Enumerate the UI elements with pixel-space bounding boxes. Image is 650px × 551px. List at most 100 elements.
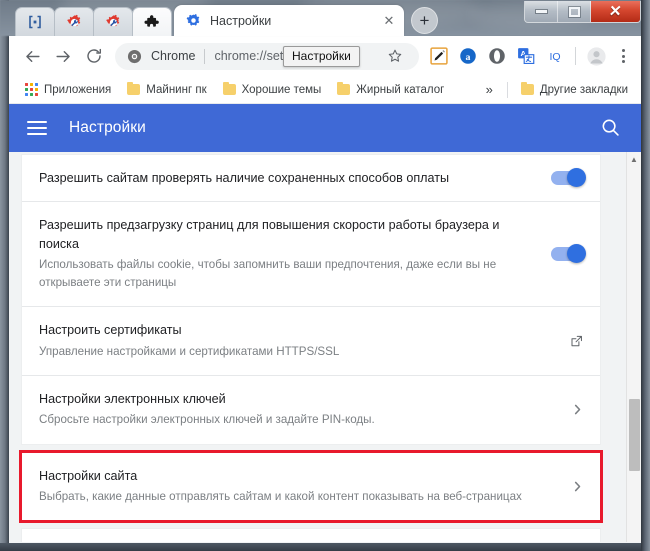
bookmark-label: Приложения xyxy=(44,83,112,96)
gear-wrench-pinned-tab-2[interactable] xyxy=(93,7,133,36)
scroll-up-button[interactable]: ▲ xyxy=(627,152,641,167)
browser-window: ✕ Настройки ✕ + Chrome a A IQ Приложения… xyxy=(0,0,650,551)
omnibox-chip-label: Chrome xyxy=(151,49,196,63)
page-scrollbar[interactable]: ▲ xyxy=(626,152,641,542)
bookmarks-divider xyxy=(506,81,508,98)
bookmark-star-icon[interactable] xyxy=(383,44,407,68)
extension-icons: a A IQ xyxy=(426,43,634,69)
bookmarks-overflow-button[interactable]: » xyxy=(478,80,501,99)
gear-wrench-icon xyxy=(66,14,80,26)
opera-circle-icon xyxy=(489,48,505,64)
iq-extension[interactable]: IQ xyxy=(542,43,568,69)
row-title: Настройки электронных ключей xyxy=(39,391,226,406)
gear-wrench-icon xyxy=(105,14,119,26)
folder-icon xyxy=(520,81,534,95)
chrome-menu-button[interactable] xyxy=(612,43,634,69)
active-tab-settings[interactable]: Настройки ✕ xyxy=(174,5,404,36)
bookmark-item-0[interactable]: Майнинг пк xyxy=(120,81,213,99)
translate-extension[interactable]: A xyxy=(513,43,539,69)
puzzle-pinned-tab[interactable] xyxy=(132,7,172,36)
window-bottom-edge xyxy=(0,543,650,551)
maximize-button[interactable] xyxy=(558,1,591,22)
alexa-extension[interactable]: a xyxy=(455,43,481,69)
minimize-button[interactable] xyxy=(525,1,558,22)
bookmarks-bar: Приложения Майнинг пк Хорошие темы Жирны… xyxy=(9,76,641,104)
bookmark-label: Жирный каталог xyxy=(356,83,445,96)
folder-icon xyxy=(127,81,141,95)
address-bar[interactable]: Chrome chrome://settings/privacy xyxy=(115,42,419,70)
row-title: Разрешить предзагрузку страниц для повыш… xyxy=(39,218,500,251)
back-button[interactable] xyxy=(17,41,47,71)
settings-header: Настройки xyxy=(9,104,641,152)
bookmark-label: Хорошие темы xyxy=(241,83,322,96)
settings-search-button[interactable] xyxy=(600,117,622,139)
bookmark-item-2[interactable]: Жирный каталог xyxy=(330,81,451,99)
avatar-icon xyxy=(586,46,606,66)
hamburger-line xyxy=(27,133,47,135)
browser-content: Chrome chrome://settings/privacy xyxy=(9,36,641,543)
row-text: Настройки сайта Выбрать, какие данные от… xyxy=(39,467,570,507)
forward-button[interactable] xyxy=(48,41,78,71)
close-button[interactable]: ✕ xyxy=(591,1,640,22)
bookmark-label: Майнинг пк xyxy=(146,83,207,96)
chevron-right-icon[interactable] xyxy=(570,479,584,493)
plus-icon: + xyxy=(419,11,430,30)
row-subtitle: Выбрать, какие данные отправлять сайтам … xyxy=(39,489,522,503)
site-settings-row[interactable]: Настройки сайта Выбрать, какие данные от… xyxy=(22,453,600,521)
row-subtitle: Использовать файлы cookie, чтобы запомни… xyxy=(39,257,497,290)
iq-text-icon: IQ xyxy=(549,51,560,63)
new-tab-button[interactable]: + xyxy=(411,7,438,34)
tooltip-text: Настройки xyxy=(292,49,351,63)
alexa-circle-icon: a xyxy=(460,48,476,64)
profile-avatar[interactable] xyxy=(583,43,609,69)
clear-browsing-data-row[interactable]: Очистить историю Удалить файлы cookie и … xyxy=(22,529,600,542)
row-subtitle: Сбросьте настройки электронных ключей и … xyxy=(39,413,375,427)
privacy-settings-card: Разрешить сайтам проверять наличие сохра… xyxy=(22,155,600,444)
page-title: Настройки xyxy=(69,119,146,136)
gear-wrench-pinned-tab-1[interactable] xyxy=(54,7,94,36)
menu-dot xyxy=(621,49,625,52)
payment-methods-toggle[interactable] xyxy=(551,168,586,188)
external-link-icon[interactable] xyxy=(569,334,584,349)
row-subtitle: Управление настройками и сертификатами H… xyxy=(39,344,340,358)
security-keys-row[interactable]: Настройки электронных ключей Сбросьте на… xyxy=(22,376,600,444)
maximize-icon xyxy=(568,6,580,17)
opera-circle-extension[interactable] xyxy=(484,43,510,69)
arrow-forward-icon xyxy=(55,50,70,62)
row-text: Настройки электронных ключей Сбросьте на… xyxy=(39,390,570,430)
blue-gear-icon xyxy=(186,14,200,26)
bookmark-item-apps[interactable]: Приложения xyxy=(18,80,118,99)
card-gap xyxy=(22,444,600,453)
folder-icon xyxy=(222,81,236,95)
search-icon xyxy=(602,119,619,136)
reload-icon xyxy=(87,48,102,63)
row-title: Разрешить сайтам проверять наличие сохра… xyxy=(39,171,450,185)
minimize-icon xyxy=(535,10,547,13)
site-settings-card: Настройки сайта Выбрать, какие данные от… xyxy=(19,449,603,524)
manage-certificates-row[interactable]: Настроить сертификаты Управление настрой… xyxy=(22,307,600,376)
row-text: Разрешить сайтам проверять наличие сохра… xyxy=(39,169,551,187)
reload-button[interactable] xyxy=(79,41,109,71)
payment-methods-row[interactable]: Разрешить сайтам проверять наличие сохра… xyxy=(22,155,600,203)
brackets-pinned-tab[interactable] xyxy=(15,7,55,36)
menu-dot xyxy=(621,60,625,63)
scrollbar-thumb[interactable] xyxy=(629,399,640,471)
tab-close-icon[interactable]: ✕ xyxy=(380,12,398,30)
toolbar-divider xyxy=(575,47,576,65)
row-text: Настроить сертификаты Управление настрой… xyxy=(39,321,569,361)
chevron-right-icon[interactable] xyxy=(570,403,584,417)
marker-pen-extension[interactable] xyxy=(426,43,452,69)
main-menu-button[interactable] xyxy=(27,121,47,135)
settings-cards: Разрешить сайтам проверять наличие сохра… xyxy=(19,152,603,542)
preload-pages-toggle[interactable] xyxy=(551,244,586,264)
svg-text:a: a xyxy=(466,52,471,63)
preload-pages-row[interactable]: Разрешить предзагрузку страниц для повыш… xyxy=(22,202,600,308)
settings-content: Разрешить сайтам проверять наличие сохра… xyxy=(9,152,641,542)
bookmark-item-other[interactable]: Другие закладки xyxy=(514,81,635,99)
omnibox-divider xyxy=(204,48,206,64)
arrow-back-icon xyxy=(25,50,40,62)
brackets-icon xyxy=(29,15,41,29)
bookmark-item-1[interactable]: Хорошие темы xyxy=(216,81,329,99)
window-controls: ✕ xyxy=(524,1,641,23)
triangle-up-icon: ▲ xyxy=(630,155,638,164)
